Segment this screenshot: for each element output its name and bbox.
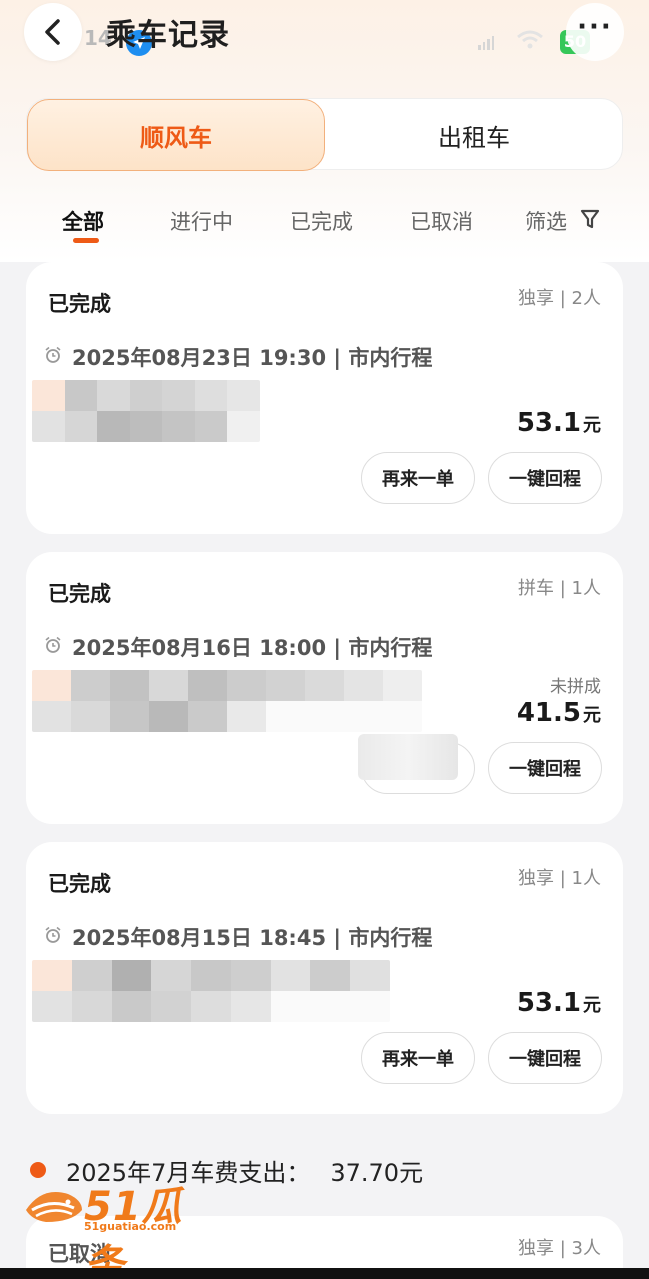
- tab-completed[interactable]: 已完成: [290, 206, 353, 236]
- order-type-tag: 独享 | 2人: [518, 288, 601, 309]
- trip-time: 2025年08月16日 18:00 | 市内行程: [72, 636, 433, 660]
- segment-hitch[interactable]: 顺风车: [27, 99, 325, 171]
- order-price: 41.5 元: [516, 698, 601, 728]
- order-type-tag: 独享 | 1人: [518, 868, 601, 889]
- status-bar: 14 50: [0, 0, 649, 60]
- filter-icon[interactable]: [580, 208, 600, 230]
- back-button[interactable]: [24, 3, 82, 61]
- return-trip-button[interactable]: 一键回程: [488, 742, 602, 794]
- alarm-clock-icon: [45, 926, 61, 943]
- order-again-button[interactable]: 再来一单: [361, 452, 475, 504]
- redacted-address: [32, 380, 260, 442]
- order-card[interactable]: 已完成 独享 | 2人 2025年08月23日 19:30 | 市内行程 53.…: [26, 262, 623, 534]
- segment-taxi[interactable]: 出租车: [325, 99, 623, 171]
- service-segment: 顺风车 出租车: [26, 98, 623, 171]
- signal-icon: [478, 36, 494, 50]
- order-status: 已完成: [48, 292, 111, 316]
- redacted-address: [32, 960, 390, 1022]
- order-again-button[interactable]: 再来一单: [361, 1032, 475, 1084]
- tab-in-progress[interactable]: 进行中: [170, 206, 233, 236]
- order-type-tag: 拼车 | 1人: [518, 578, 601, 599]
- order-price: 53.1 元: [516, 408, 601, 438]
- order-type-tag: 独享 | 3人: [518, 1238, 601, 1259]
- alarm-clock-icon: [45, 636, 61, 653]
- trip-time: 2025年08月23日 19:30 | 市内行程: [72, 346, 433, 370]
- order-card[interactable]: 已完成 独享 | 1人 2025年08月15日 18:45 | 市内行程 53.…: [26, 842, 623, 1114]
- order-status: 已完成: [48, 582, 111, 606]
- wifi-icon: [517, 30, 543, 49]
- status-tabs: 全部 进行中 已完成 已取消 筛选: [0, 196, 649, 250]
- tab-all[interactable]: 全部: [62, 206, 104, 236]
- fish-logo-icon: [26, 1192, 82, 1222]
- watermark-url: 51guatiao.com: [84, 1220, 177, 1233]
- tab-cancelled[interactable]: 已取消: [410, 206, 473, 236]
- more-button[interactable]: ···: [566, 3, 624, 61]
- alarm-clock-icon: [45, 346, 61, 363]
- home-indicator-bar: [0, 1268, 649, 1279]
- more-icon: ···: [577, 12, 613, 42]
- tab-filter[interactable]: 筛选: [525, 206, 567, 236]
- return-trip-button[interactable]: 一键回程: [488, 452, 602, 504]
- trip-time: 2025年08月15日 18:45 | 市内行程: [72, 926, 433, 950]
- return-trip-button[interactable]: 一键回程: [488, 1032, 602, 1084]
- watermark-logo: 51瓜条 51guatiao.com: [22, 1178, 222, 1279]
- redacted-overlay: [358, 734, 458, 780]
- order-status: 已完成: [48, 872, 111, 896]
- order-price: 53.1 元: [516, 988, 601, 1018]
- carpool-note: 未拼成: [550, 677, 601, 697]
- active-tab-indicator: [73, 238, 99, 243]
- month-dot-icon: [30, 1162, 46, 1178]
- redacted-address: [32, 670, 422, 732]
- order-card[interactable]: 已完成 拼车 | 1人 2025年08月16日 18:00 | 市内行程 未拼成…: [26, 552, 623, 824]
- monthly-expense-amount: 37.70元: [330, 1158, 424, 1187]
- page-title: 乘车记录: [106, 18, 230, 53]
- chevron-left-icon: [45, 19, 60, 45]
